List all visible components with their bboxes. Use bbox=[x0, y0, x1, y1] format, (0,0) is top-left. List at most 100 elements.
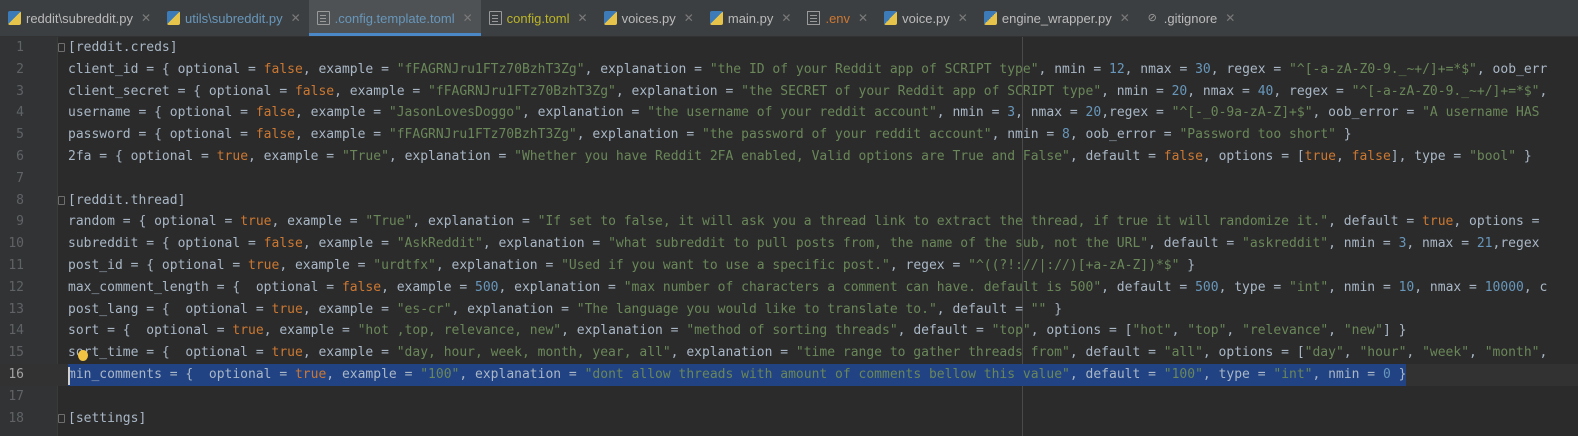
close-tab-icon[interactable]: ✕ bbox=[578, 11, 588, 25]
code-token: "JasonLovesDoggo" bbox=[388, 105, 522, 121]
tab-label: .config.template.toml bbox=[334, 10, 455, 26]
code-token: random = { optional = bbox=[68, 214, 241, 230]
code-token: , bbox=[1171, 323, 1188, 339]
code-token: "If set to false, it will ask you a thre… bbox=[537, 214, 1329, 230]
code-token: , nmax = bbox=[1187, 83, 1258, 99]
code-token: , bbox=[1226, 323, 1243, 339]
code-line[interactable]: 18 [settings] bbox=[0, 408, 1578, 430]
tab-label: engine_wrapper.py bbox=[1001, 10, 1112, 26]
code-line[interactable]: 12 max_comment_length = { optional = fals… bbox=[0, 277, 1578, 299]
code-token: , example = bbox=[334, 83, 429, 99]
tab-config-template-toml[interactable]: .config.template.toml ✕ bbox=[308, 0, 481, 36]
code-token: false bbox=[263, 236, 303, 252]
code-text: post_lang = { optional = true, example =… bbox=[68, 299, 1062, 321]
text-caret bbox=[68, 367, 70, 385]
tab-engine-wrapper-py[interactable]: engine_wrapper.py ✕ bbox=[976, 0, 1138, 36]
line-number: 10 bbox=[8, 236, 24, 252]
code-token: , explanation = bbox=[576, 127, 702, 143]
code-token: 20 bbox=[1085, 105, 1102, 121]
editor-tab-bar: reddit\subreddit.py ✕ utils\subreddit.py ✕.… bbox=[0, 0, 1578, 37]
code-editor[interactable]: 1 [reddit.creds] 2 client_id = { optional =… bbox=[0, 37, 1578, 436]
code-token: "the SECRET of your Reddit app of SCRIPT… bbox=[741, 83, 1102, 99]
code-token: , default = bbox=[1101, 279, 1196, 295]
code-line[interactable]: 7 bbox=[0, 168, 1578, 190]
code-line[interactable]: 2 client_id = { optional = false, example… bbox=[0, 59, 1578, 81]
code-token: "hot" bbox=[1132, 323, 1172, 339]
code-token: , oob_error = bbox=[1069, 127, 1180, 143]
tab-gitignore[interactable]: ⊘ .gitignore ✕ bbox=[1138, 0, 1244, 36]
code-token: "AskReddit" bbox=[396, 236, 483, 252]
code-token: , example = bbox=[302, 236, 397, 252]
close-tab-icon[interactable]: ✕ bbox=[1120, 11, 1130, 25]
code-line[interactable]: 9 random = { optional = true, example = "… bbox=[0, 211, 1578, 233]
close-tab-icon[interactable]: ✕ bbox=[958, 11, 968, 25]
code-token: , default = bbox=[1148, 236, 1243, 252]
code-token: sort_time = { optional = bbox=[68, 345, 272, 361]
close-tab-icon[interactable]: ✕ bbox=[684, 11, 694, 25]
code-line[interactable]: 14 sort = { optional = true, example = "h… bbox=[0, 320, 1578, 342]
code-token: "int" bbox=[1289, 279, 1329, 295]
code-line[interactable]: 16 min_comments = { optional = true, exam… bbox=[0, 364, 1578, 386]
code-token: } bbox=[1335, 127, 1352, 143]
tab-voice-py[interactable]: voice.py ✕ bbox=[876, 0, 976, 36]
code-token: , explanation = bbox=[561, 323, 687, 339]
code-token: true bbox=[216, 149, 249, 164]
code-line[interactable]: 10 subreddit = { optional = false, exampl… bbox=[0, 233, 1578, 255]
code-line[interactable]: 3 client_secret = { optional = false, exa… bbox=[0, 81, 1578, 103]
close-tab-icon[interactable]: ✕ bbox=[858, 11, 868, 25]
code-token: "100" bbox=[420, 367, 460, 382]
intention-bulb-icon[interactable] bbox=[78, 350, 88, 361]
fold-marker-icon[interactable] bbox=[58, 43, 65, 52]
code-token: "the username of your reddit account" bbox=[647, 105, 937, 121]
python-file-icon bbox=[603, 11, 617, 25]
tab-main-py[interactable]: main.py ✕ bbox=[702, 0, 800, 36]
code-line[interactable]: 15 sort_time = { optional = true, example… bbox=[0, 342, 1578, 364]
code-token: true bbox=[294, 367, 327, 382]
tab-utils-subreddit-py[interactable]: utils\subreddit.py ✕ bbox=[159, 0, 309, 36]
code-token: 0 bbox=[1382, 367, 1391, 382]
close-tab-icon[interactable]: ✕ bbox=[463, 11, 473, 25]
code-token: 12 bbox=[1109, 61, 1125, 77]
line-number: 13 bbox=[8, 301, 24, 317]
code-line[interactable]: 5 password = { optional = false, example … bbox=[0, 124, 1578, 146]
code-token: , explanation = bbox=[521, 105, 648, 121]
code-line[interactable]: 8 [reddit.thread] bbox=[0, 190, 1578, 212]
close-tab-icon[interactable]: ✕ bbox=[1225, 11, 1235, 25]
close-tab-icon[interactable]: ✕ bbox=[291, 11, 301, 25]
code-token: , nmin = bbox=[936, 105, 1008, 121]
code-token: true bbox=[271, 301, 303, 317]
code-token: "method of sorting threads" bbox=[686, 323, 898, 339]
code-token: , explanation = bbox=[451, 301, 577, 317]
code-token: [reddit.thread] bbox=[68, 192, 186, 208]
code-token: , default = bbox=[1069, 149, 1164, 164]
code-token: "the ID of your Reddit app of SCRIPT typ… bbox=[709, 61, 1039, 77]
code-line[interactable]: 11 post_id = { optional = true, example =… bbox=[0, 255, 1578, 277]
code-token: false bbox=[1351, 149, 1391, 164]
code-token: , explanation = bbox=[482, 236, 609, 252]
code-token: "urdtfx" bbox=[373, 258, 436, 273]
tab-config-toml[interactable]: config.toml ✕ bbox=[481, 0, 596, 36]
code-token: , example = bbox=[271, 214, 366, 230]
code-line[interactable]: 4 username = { optional = false, example … bbox=[0, 102, 1578, 124]
code-line[interactable]: 17 bbox=[0, 386, 1578, 408]
code-line[interactable]: 1 [reddit.creds] bbox=[0, 37, 1578, 59]
code-token: 40 bbox=[1257, 83, 1274, 99]
python-file-icon bbox=[983, 11, 997, 25]
close-tab-icon[interactable]: ✕ bbox=[781, 11, 791, 25]
code-token: "month" bbox=[1484, 345, 1540, 361]
tab-env[interactable]: .env ✕ bbox=[799, 0, 876, 36]
tab-reddit-subreddit-py[interactable]: reddit\subreddit.py ✕ bbox=[0, 0, 159, 36]
fold-marker-icon[interactable] bbox=[58, 413, 65, 423]
code-token: , bbox=[1539, 345, 1548, 361]
code-line[interactable]: 13 post_lang = { optional = true, example… bbox=[0, 299, 1578, 321]
code-token: , nmin = bbox=[1038, 61, 1109, 77]
tab-voices-py[interactable]: voices.py ✕ bbox=[596, 0, 702, 36]
line-number: 15 bbox=[8, 345, 24, 361]
fold-marker-icon[interactable] bbox=[58, 195, 65, 205]
code-line[interactable]: 6 2fa = { optional = true, example = "Tru… bbox=[0, 146, 1578, 168]
code-text: 2fa = { optional = true, example = "True… bbox=[68, 146, 1532, 168]
line-number: 3 bbox=[16, 83, 24, 99]
close-tab-icon[interactable]: ✕ bbox=[141, 11, 151, 25]
code-token: 21 bbox=[1476, 236, 1493, 252]
line-number: 16 bbox=[8, 367, 24, 382]
